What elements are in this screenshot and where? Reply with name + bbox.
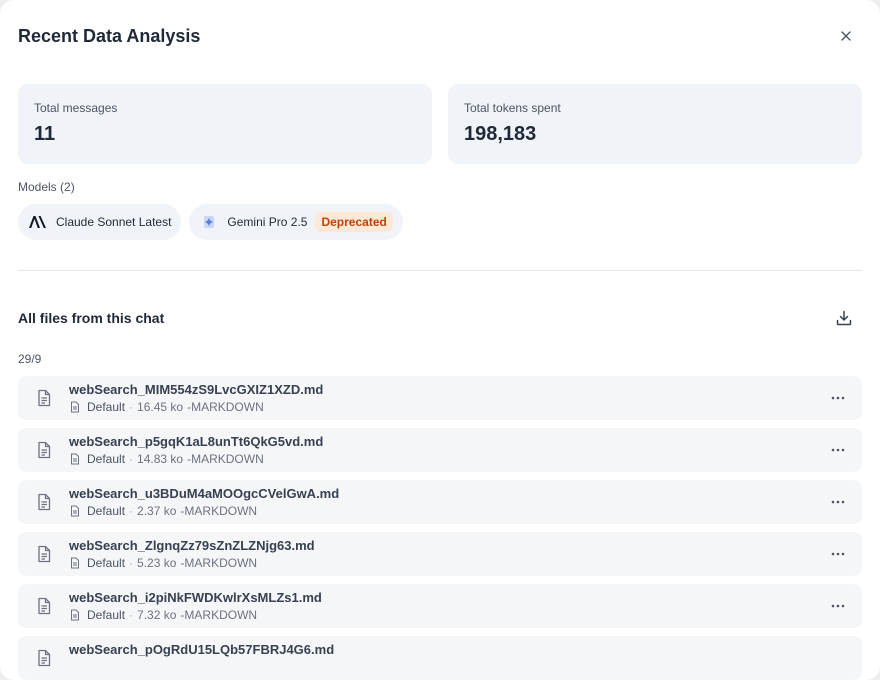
file-size: 16.45 ko (137, 400, 184, 414)
more-horizontal-icon (831, 552, 845, 556)
file-type: -MARKDOWN (187, 400, 264, 414)
files-section-title: All files from this chat (18, 310, 165, 326)
file-count: 29/9 (18, 352, 42, 366)
file-size: 14.83 ko (137, 452, 184, 466)
file-source: Default (87, 504, 126, 518)
close-button[interactable] (836, 26, 856, 46)
document-icon (38, 441, 51, 459)
file-source-icon (71, 453, 79, 465)
file-source: Default (87, 608, 126, 622)
meta-separator: · (129, 504, 134, 518)
anthropic-logo-icon (28, 212, 48, 232)
file-name: webSearch_ZlgnqZz79sZnZLZNjg63.md (69, 538, 315, 553)
file-source-icon (71, 557, 79, 569)
file-name: webSearch_p5gqK1aL8unTt6QkG5vd.md (69, 434, 324, 449)
download-all-button[interactable] (834, 308, 854, 328)
download-icon (836, 310, 852, 326)
close-icon (841, 31, 851, 41)
model-chip-claude[interactable]: Claude Sonnet Latest (18, 204, 182, 240)
more-horizontal-icon (831, 396, 845, 400)
file-type: -MARKDOWN (187, 452, 264, 466)
file-source-icon (71, 505, 79, 517)
file-name: webSearch_i2piNkFWDKwlrXsMLZs1.md (69, 590, 322, 605)
total-tokens-card: Total tokens spent 198,183 (448, 84, 862, 164)
file-source: Default (87, 452, 126, 466)
model-name: Gemini Pro 2.5 (227, 215, 308, 229)
file-source: Default (87, 400, 126, 414)
model-name: Claude Sonnet Latest (56, 215, 172, 229)
file-row[interactable]: webSearch_ZlgnqZz79sZnZLZNjg63.md Defaul… (18, 532, 862, 576)
file-type: -MARKDOWN (180, 608, 258, 622)
files-header: All files from this chat (18, 308, 862, 330)
document-icon (38, 597, 51, 615)
file-source-icon (71, 401, 79, 413)
dialog-header: Recent Data Analysis (18, 24, 862, 48)
meta-separator: · (129, 452, 134, 466)
total-tokens-value: 198,183 (464, 123, 537, 145)
file-list: webSearch_MIM554zS9LvcGXIZ1XZD.md Defaul… (18, 376, 862, 680)
document-icon (38, 649, 51, 667)
file-type: -MARKDOWN (180, 556, 258, 570)
models-label: Models (2) (18, 180, 75, 194)
deprecated-badge: Deprecated (315, 212, 393, 232)
file-analysis-dialog: Recent Data Analysis Total messages 11 T… (0, 0, 880, 680)
total-messages-card: Total messages 11 (18, 84, 432, 164)
document-icon (38, 545, 51, 563)
gemini-logo-icon (199, 212, 219, 232)
file-row[interactable]: webSearch_MIM554zS9LvcGXIZ1XZD.md Defaul… (18, 376, 862, 420)
meta-separator: · (129, 556, 134, 570)
file-size: 2.37 ko (137, 504, 177, 518)
file-source: Default (87, 556, 126, 570)
file-meta: Default · 7.32 ko -MARKDOWN (69, 608, 257, 622)
file-type: -MARKDOWN (180, 504, 258, 518)
document-icon (38, 493, 51, 511)
total-messages-label: Total messages (34, 101, 118, 115)
file-size: 7.32 ko (137, 608, 177, 622)
file-name: webSearch_MIM554zS9LvcGXIZ1XZD.md (69, 382, 324, 397)
file-source-icon (71, 609, 79, 621)
meta-separator: · (129, 608, 134, 622)
file-row[interactable]: webSearch_i2piNkFWDKwlrXsMLZs1.md Defaul… (18, 584, 862, 628)
file-row[interactable]: webSearch_p5gqK1aL8unTt6QkG5vd.md Defaul… (18, 428, 862, 472)
file-options-button[interactable] (826, 388, 850, 408)
model-chip-gemini[interactable]: Gemini Pro 2.5 Deprecated (189, 204, 403, 240)
more-horizontal-icon (831, 604, 845, 608)
total-tokens-label: Total tokens spent (464, 101, 561, 115)
model-list: Claude Sonnet Latest Gemini Pro 2.5 Depr… (18, 204, 403, 240)
file-meta: Default · 5.23 ko -MARKDOWN (69, 556, 257, 570)
file-name: webSearch_u3BDuM4aMOOgcCVelGwA.md (69, 486, 340, 501)
file-options-button[interactable] (826, 440, 850, 460)
file-row[interactable]: webSearch_pOgRdU15LQb57FBRJ4G6.md (18, 636, 862, 680)
file-options-button[interactable] (826, 544, 850, 564)
stats-section: Total messages 11 Total tokens spent 198… (18, 84, 862, 164)
file-options-button[interactable] (826, 492, 850, 512)
file-meta: Default · 14.83 ko -MARKDOWN (69, 452, 264, 466)
file-row[interactable]: webSearch_u3BDuM4aMOOgcCVelGwA.md Defaul… (18, 480, 862, 524)
total-messages-value: 11 (34, 123, 56, 145)
document-icon (38, 389, 51, 407)
more-horizontal-icon (831, 500, 845, 504)
dialog-title: Recent Data Analysis (18, 26, 201, 46)
meta-separator: · (129, 400, 134, 414)
section-divider (18, 270, 862, 271)
file-meta: Default · 2.37 ko -MARKDOWN (69, 504, 257, 518)
more-horizontal-icon (831, 448, 845, 452)
file-options-button[interactable] (826, 596, 850, 616)
file-meta: Default · 16.45 ko -MARKDOWN (69, 400, 264, 414)
file-size: 5.23 ko (137, 556, 177, 570)
